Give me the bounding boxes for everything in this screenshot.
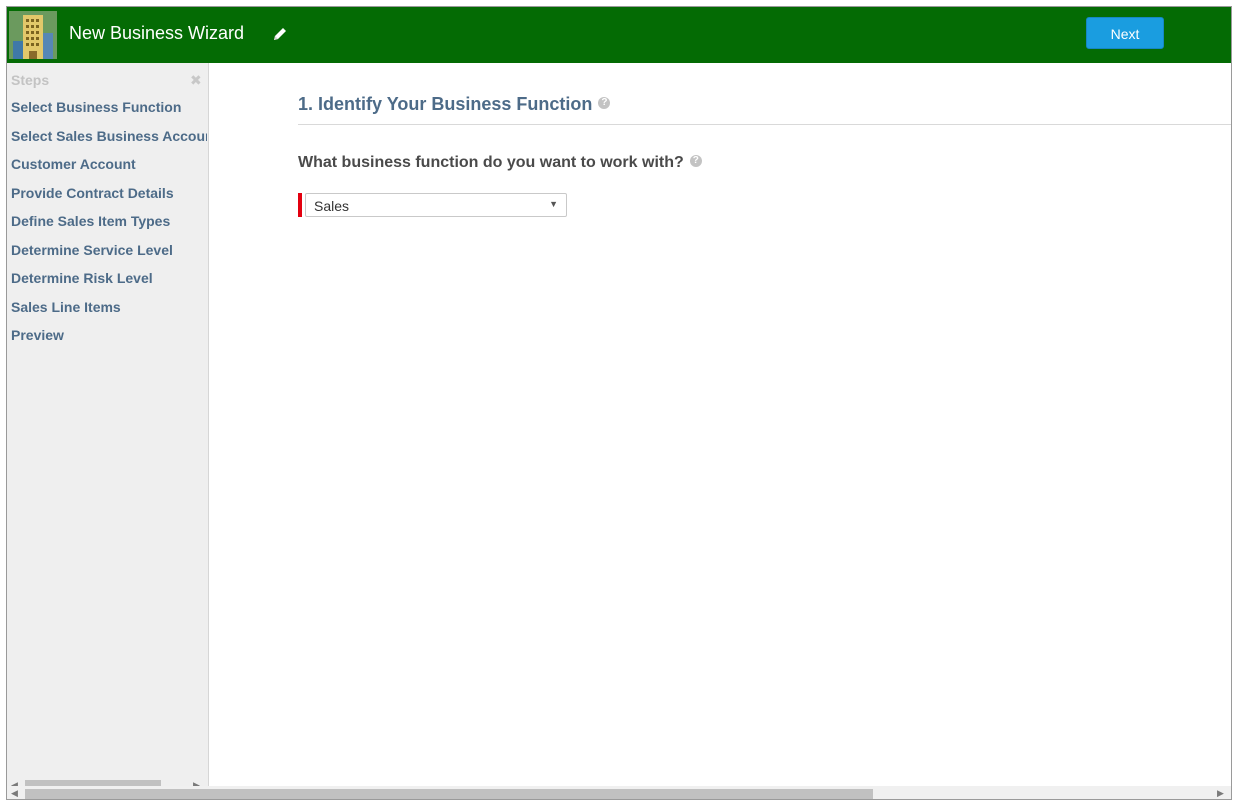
help-icon[interactable]: ?	[689, 154, 702, 167]
step-item-determine-service-level[interactable]: Determine Service Level	[7, 240, 207, 269]
next-button[interactable]: Next	[1086, 17, 1164, 49]
business-function-value: Sales	[314, 198, 350, 214]
header-bar: New Business Wizard Next	[7, 7, 1231, 63]
pencil-icon[interactable]	[271, 25, 289, 43]
section-title-text: 1. Identify Your Business Function	[298, 94, 593, 114]
main-scroll-thumb[interactable]	[25, 789, 873, 799]
step-item-select-business-function[interactable]: Select Business Function	[7, 97, 207, 126]
wizard-window: New Business Wizard Next Steps ✖ Select …	[6, 6, 1232, 800]
step-item-customer-account[interactable]: Customer Account	[7, 154, 207, 183]
main-content: 1. Identify Your Business Function? What…	[209, 63, 1231, 799]
question-text: What business function do you want to wo…	[298, 154, 684, 171]
step-item-define-sales-item-types[interactable]: Define Sales Item Types	[7, 211, 207, 240]
close-icon[interactable]: ✖	[190, 72, 202, 89]
steps-sidebar: Steps ✖ Select Business Function Select …	[7, 63, 209, 799]
scroll-right-icon[interactable]: ▶	[1217, 786, 1224, 799]
step-item-select-sales-business-account[interactable]: Select Sales Business Account	[7, 126, 207, 155]
step-item-provide-contract-details[interactable]: Provide Contract Details	[7, 183, 207, 212]
building-icon	[9, 11, 57, 59]
chevron-down-icon: ▼	[549, 199, 558, 209]
main-scrollbar[interactable]: ◀ ▶	[7, 786, 1231, 799]
step-list: Select Business Function Select Sales Bu…	[7, 97, 207, 354]
scroll-left-icon[interactable]: ◀	[11, 786, 18, 799]
step-item-sales-line-items[interactable]: Sales Line Items	[7, 297, 207, 326]
help-icon[interactable]: ?	[598, 97, 611, 110]
title-divider	[298, 124, 1231, 125]
steps-heading: Steps	[11, 72, 50, 88]
question-label: What business function do you want to wo…	[298, 154, 702, 172]
section-title: 1. Identify Your Business Function?	[298, 94, 611, 115]
app-title: New Business Wizard	[69, 23, 245, 43]
required-indicator	[298, 193, 302, 217]
step-item-determine-risk-level[interactable]: Determine Risk Level	[7, 268, 207, 297]
business-function-select[interactable]: Sales ▼	[305, 193, 567, 217]
step-item-preview[interactable]: Preview	[7, 325, 207, 354]
